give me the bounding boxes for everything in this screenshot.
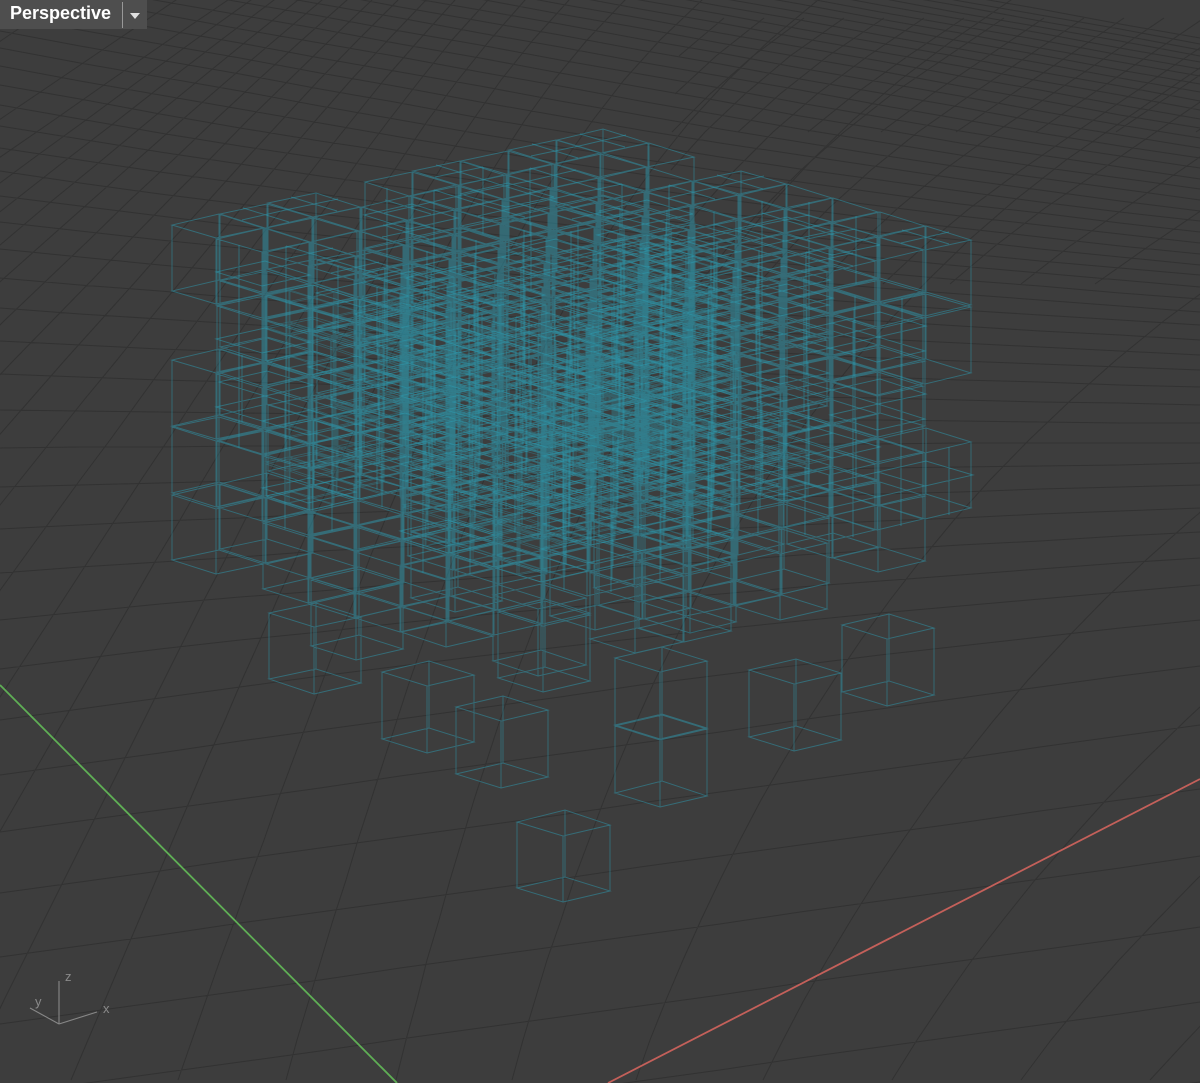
svg-text:z: z bbox=[65, 969, 72, 984]
svg-text:y: y bbox=[35, 994, 42, 1009]
svg-text:x: x bbox=[103, 1001, 110, 1016]
